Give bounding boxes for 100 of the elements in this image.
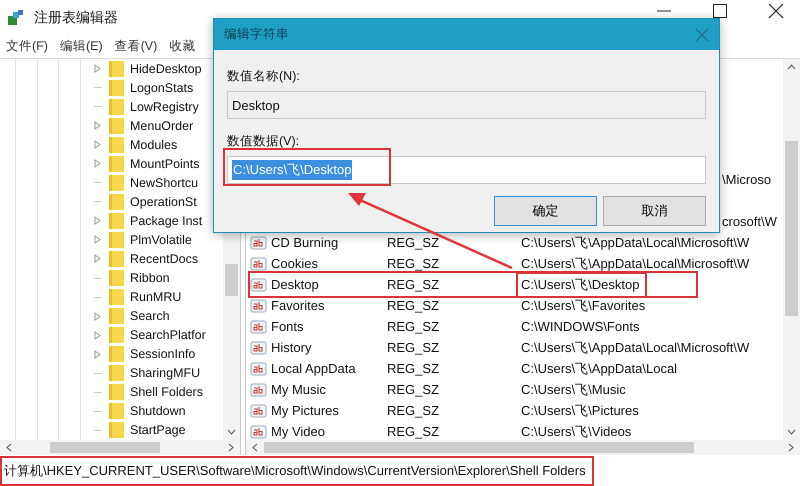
folder-icon [109, 80, 124, 96]
folder-icon [109, 270, 124, 286]
string-value-icon [250, 340, 268, 356]
folder-icon [109, 384, 124, 400]
value-name[interactable]: My Video [268, 424, 387, 439]
tree-item[interactable]: LowRegistry [130, 100, 199, 114]
value-name[interactable]: My Music [268, 382, 387, 397]
menu-item[interactable]: 查看(V) [114, 38, 158, 55]
folder-icon [109, 422, 124, 438]
maximize-icon[interactable] [712, 2, 728, 18]
value-name[interactable]: History [268, 340, 387, 355]
folder-icon [109, 174, 124, 191]
menu-item[interactable]: 文件(F) [6, 38, 48, 55]
folder-icon [109, 346, 124, 362]
value-name[interactable]: My Pictures [268, 403, 387, 418]
tree-item[interactable]: SearchPlatfor [130, 328, 206, 342]
folder-icon [109, 403, 124, 420]
scroll-thumb[interactable] [225, 264, 238, 296]
value-type: REG_SZ [387, 340, 440, 355]
scroll-thumb[interactable] [50, 442, 160, 453]
value-name[interactable]: Local AppData [268, 361, 387, 376]
folder-icon [109, 232, 124, 248]
dialog-title: 编辑字符串 [224, 26, 289, 43]
ok-button[interactable]: 确定 [494, 196, 597, 226]
value-data: C:\Users\飞\AppData\Local\Microsoft\W [520, 338, 750, 356]
tree-item[interactable]: HideDesktop [130, 62, 202, 76]
scroll-thumb[interactable] [264, 442, 694, 453]
status-path: 计算机\HKEY_CURRENT_USER\Software\Microsoft\Windows\CurrentVersion\Explorer\Shell Folders [0, 456, 594, 486]
expand-icon[interactable] [94, 64, 101, 74]
folder-icon [109, 136, 124, 153]
string-value-icon [250, 256, 268, 272]
value-data: crosoft\W [722, 214, 777, 229]
tree-item[interactable]: RecentDocs [130, 252, 198, 266]
string-value-icon [250, 382, 268, 398]
value-type: REG_SZ [387, 424, 440, 439]
cancel-button[interactable]: 取消 [603, 196, 706, 226]
folder-icon [109, 327, 124, 344]
tree-item[interactable]: NewShortcu [130, 176, 198, 190]
tree-item[interactable]: Shell Folders [130, 385, 203, 400]
string-value-icon [250, 402, 268, 418]
value-type: REG_SZ [387, 298, 440, 313]
value-data: \Microso [722, 172, 772, 187]
string-value-icon [250, 234, 268, 250]
scroll-left-icon[interactable] [6, 443, 12, 452]
tree-item[interactable]: Shutdown [130, 404, 186, 418]
value-name-field[interactable]: Desktop [227, 91, 706, 119]
value-type: REG_SZ [387, 382, 440, 397]
scroll-right-icon[interactable] [788, 443, 794, 452]
folder-icon [109, 308, 124, 324]
close-icon[interactable] [768, 2, 784, 18]
tree-item[interactable]: RunMRU [130, 290, 182, 304]
value-name[interactable]: CD Burning [268, 235, 387, 250]
scroll-down-icon[interactable] [787, 429, 796, 435]
value-data: C:\Users\飞\AppData\Local [520, 360, 678, 378]
scrollbar[interactable] [0, 440, 240, 455]
tree-item[interactable]: MenuOrder [130, 118, 194, 133]
tree-item[interactable]: StartPage [130, 423, 186, 438]
value-type: REG_SZ [387, 403, 440, 418]
tree-item[interactable]: Package Inst [130, 214, 202, 228]
value-name[interactable]: Cookies [268, 256, 387, 271]
folder-icon [109, 156, 124, 172]
tree-item[interactable]: PlmVolatile [130, 232, 192, 247]
value-type: REG_SZ [387, 256, 440, 271]
scrollbar[interactable] [783, 59, 800, 440]
value-type: REG_SZ [387, 235, 440, 250]
scroll-right-icon[interactable] [228, 443, 234, 452]
folder-icon [109, 212, 124, 229]
tree-item[interactable]: Search [130, 309, 170, 324]
menu-item[interactable]: 收藏 [169, 38, 196, 55]
value-data: C:\Users\飞\Music [520, 380, 627, 398]
folder-icon [109, 98, 124, 115]
folder-icon [109, 365, 124, 382]
string-value-icon [250, 424, 268, 440]
tree-item[interactable]: SharingMFU [130, 366, 200, 380]
string-value-icon [250, 360, 268, 376]
value-data: C:\Users\飞\Videos [520, 422, 632, 440]
registry-icon [6, 8, 26, 28]
tree-item[interactable]: Modules [130, 138, 178, 152]
tree-item[interactable]: LogonStats [130, 80, 194, 95]
value-name[interactable]: Favorites [268, 298, 387, 313]
value-data: C:\Users\飞\Pictures [520, 402, 640, 420]
value-data: C:\Users\飞\AppData\Local\Microsoft\W [520, 234, 750, 252]
scroll-down-icon[interactable] [227, 429, 236, 435]
tree-item[interactable]: SessionInfo [130, 347, 196, 362]
string-value-icon [250, 318, 268, 334]
tree-item[interactable]: Ribbon [130, 271, 170, 286]
scroll-up-icon[interactable] [787, 64, 796, 70]
tree-item[interactable]: OperationSt [130, 194, 197, 209]
window-title: 注册表编辑器 [34, 8, 118, 26]
scrollbar[interactable] [246, 440, 800, 455]
field-label: 数值名称(N): [227, 68, 301, 85]
value-data: C:\WINDOWS\Fonts [520, 319, 640, 334]
menu-item[interactable]: 编辑(E) [60, 38, 103, 55]
scroll-left-icon[interactable] [252, 443, 258, 452]
folder-icon [109, 118, 124, 134]
scroll-thumb[interactable] [785, 141, 798, 316]
folder-icon [109, 194, 124, 210]
tree-item[interactable]: MountPoints [130, 156, 200, 171]
value-name[interactable]: Desktop [268, 277, 387, 292]
value-name[interactable]: Fonts [268, 319, 387, 334]
